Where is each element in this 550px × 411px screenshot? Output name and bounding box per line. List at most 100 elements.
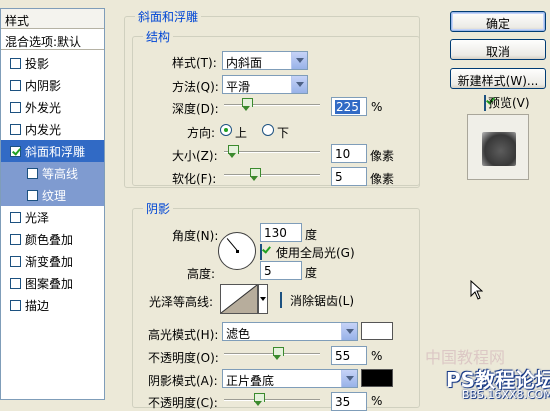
style-item-label: 内阴影	[25, 78, 62, 93]
bevel-emboss-checkbox[interactable]	[10, 145, 21, 157]
style-item-label: 内发光	[25, 122, 62, 137]
angle-center-dot	[236, 250, 239, 253]
style-item-color-overlay[interactable]: 颜色叠加	[1, 228, 104, 250]
slider-thumb[interactable]	[249, 168, 261, 181]
contour-curve-icon	[221, 285, 257, 313]
color-overlay-checkbox[interactable]	[10, 233, 21, 245]
altitude-value: 5	[264, 264, 272, 278]
shadow-opacity-unit: %	[371, 394, 383, 408]
new-style-button[interactable]: 新建样式(W)...	[450, 68, 546, 89]
contour-checkbox[interactable]	[27, 167, 38, 179]
style-item-label: 颜色叠加	[25, 232, 74, 247]
gloss-contour-label: 光泽等高线:	[149, 295, 214, 309]
ok-button[interactable]: 确定	[450, 11, 546, 32]
style-select[interactable]: 内斜面	[222, 51, 308, 70]
style-item-gradient-overlay[interactable]: 渐变叠加	[1, 250, 104, 272]
shadow-opacity-value: 35	[335, 395, 351, 409]
size-input[interactable]: 10	[331, 144, 367, 163]
style-item-label: 等高线	[42, 166, 79, 181]
highlight-opacity-slider[interactable]	[224, 347, 320, 361]
style-item-drop-shadow[interactable]: 投影	[1, 52, 104, 74]
styles-header: 样式	[1, 9, 104, 29]
inner-glow-checkbox[interactable]	[10, 123, 21, 135]
altitude-unit: 度	[305, 266, 318, 280]
slider-thumb[interactable]	[272, 347, 284, 360]
chevron-down-icon[interactable]	[341, 323, 357, 340]
style-item-label: 斜面和浮雕	[25, 144, 86, 159]
shading-title: 阴影	[143, 200, 174, 217]
chevron-down-icon[interactable]	[341, 370, 357, 387]
highlight-mode-value: 滤色	[226, 327, 251, 341]
style-item-inner-glow[interactable]: 内发光	[1, 118, 104, 140]
angle-input[interactable]: 130	[260, 223, 302, 242]
soften-input[interactable]: 5	[331, 167, 367, 186]
style-item-label: 图案叠加	[25, 276, 74, 291]
gloss-contour-picker[interactable]	[220, 284, 258, 314]
cancel-button[interactable]: 取消	[450, 39, 546, 60]
preview-checkbox[interactable]	[484, 95, 486, 111]
direction-up-radio[interactable]	[220, 124, 232, 136]
style-item-label: 描边	[25, 298, 50, 313]
pattern-overlay-checkbox[interactable]	[10, 277, 21, 289]
shadow-color-swatch[interactable]	[361, 369, 393, 387]
shadow-opacity-slider[interactable]	[224, 393, 320, 407]
size-label: 大小(Z):	[172, 149, 218, 163]
angle-value: 130	[264, 226, 287, 240]
style-item-outer-glow[interactable]: 外发光	[1, 96, 104, 118]
shadow-mode-value: 正片叠底	[226, 374, 275, 388]
slider-thumb[interactable]	[227, 145, 239, 158]
blend-options-item[interactable]: 混合选项:默认	[1, 30, 104, 50]
depth-value: 225	[335, 100, 360, 114]
style-item-stroke[interactable]: 描边	[1, 294, 104, 316]
depth-input[interactable]: 225	[331, 97, 367, 116]
soften-slider[interactable]	[224, 168, 320, 182]
contour-dropdown-arrow[interactable]	[258, 284, 268, 314]
slider-track	[224, 399, 320, 401]
altitude-label: 高度:	[187, 267, 216, 281]
stroke-checkbox[interactable]	[10, 299, 21, 311]
soften-value: 5	[335, 170, 343, 184]
size-unit: 像素	[370, 149, 395, 163]
slider-thumb[interactable]	[253, 393, 265, 406]
altitude-input[interactable]: 5	[260, 261, 302, 280]
satin-checkbox[interactable]	[10, 211, 21, 223]
method-select-value: 平滑	[226, 80, 251, 94]
mouse-cursor-icon	[470, 280, 483, 300]
slider-track	[224, 104, 320, 106]
angle-dial[interactable]	[218, 232, 256, 270]
style-item-bevel-emboss[interactable]: 斜面和浮雕	[1, 140, 104, 162]
highlight-opacity-input[interactable]: 55	[331, 346, 367, 365]
shadow-opacity-input[interactable]: 35	[331, 392, 367, 411]
bevel-emboss-title: 斜面和浮雕	[135, 8, 202, 25]
method-select[interactable]: 平滑	[222, 75, 308, 94]
inner-shadow-checkbox[interactable]	[10, 79, 21, 91]
style-item-satin[interactable]: 光泽	[1, 206, 104, 228]
highlight-color-swatch[interactable]	[361, 322, 393, 340]
style-item-texture[interactable]: 纹理	[1, 184, 104, 206]
shadow-mode-select[interactable]: 正片叠底	[222, 369, 358, 388]
depth-slider[interactable]	[224, 98, 320, 112]
chevron-down-icon[interactable]	[291, 76, 307, 93]
size-slider[interactable]	[224, 145, 320, 159]
highlight-opacity-label: 不透明度(O):	[148, 351, 219, 365]
direction-down-radio[interactable]	[262, 124, 274, 136]
drop-shadow-checkbox[interactable]	[10, 57, 21, 69]
style-item-contour[interactable]: 等高线	[1, 162, 104, 184]
global-light-checkbox[interactable]	[260, 244, 262, 260]
angle-label: 角度(N):	[172, 229, 219, 243]
style-item-pattern-overlay[interactable]: 图案叠加	[1, 272, 104, 294]
antialias-checkbox[interactable]	[280, 292, 282, 308]
chevron-down-icon[interactable]	[291, 52, 307, 69]
texture-checkbox[interactable]	[27, 189, 38, 201]
soften-label: 软化(F):	[172, 172, 217, 186]
size-value: 10	[335, 147, 351, 161]
outer-glow-checkbox[interactable]	[10, 101, 21, 113]
style-select-value: 内斜面	[226, 56, 263, 70]
highlight-mode-label: 高光模式(H):	[148, 328, 219, 342]
gradient-overlay-checkbox[interactable]	[10, 255, 21, 267]
slider-thumb[interactable]	[242, 98, 254, 111]
style-item-inner-shadow[interactable]: 内阴影	[1, 74, 104, 96]
highlight-mode-select[interactable]: 滤色	[222, 322, 358, 341]
style-item-label: 投影	[25, 56, 50, 71]
styles-list: 样式 混合选项:默认 投影 内阴影 外发光 内发光 斜面和浮雕 等高线 纹理 光…	[0, 8, 105, 400]
